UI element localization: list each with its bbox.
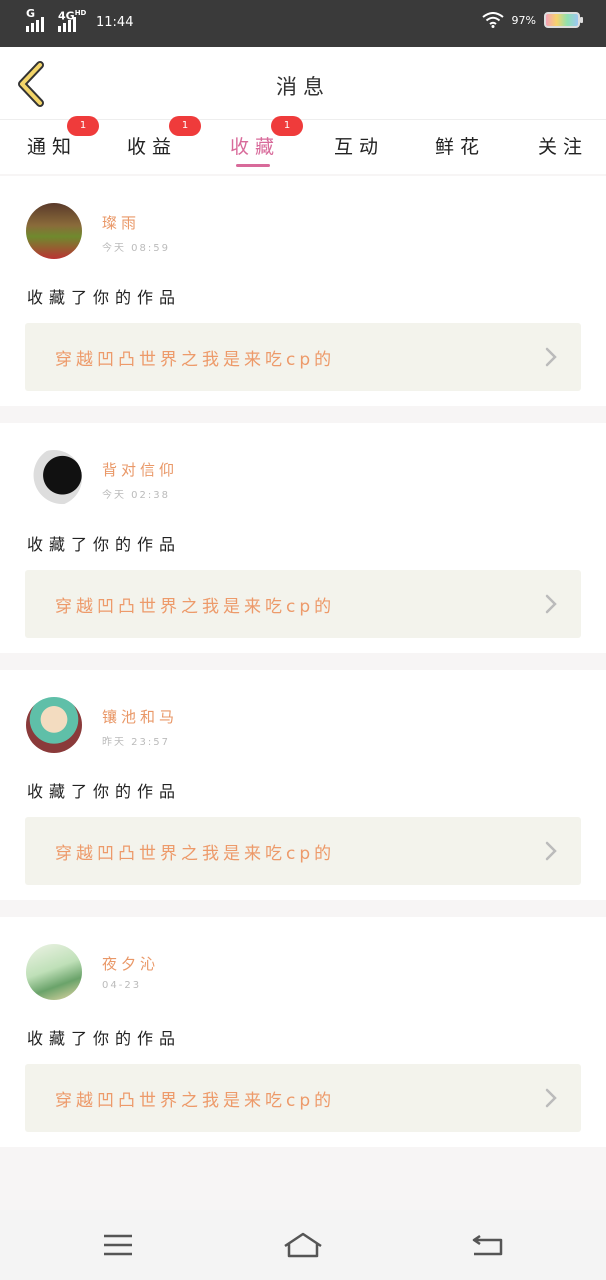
battery-percent: 97% — [511, 13, 536, 27]
work-title: 穿越凹凸世界之我是来吃cp的 — [55, 597, 336, 617]
network-type-1: G — [26, 7, 36, 20]
work-link[interactable]: 穿越凹凸世界之我是来吃cp的 — [25, 570, 581, 638]
tab-notifications[interactable]: 通知 — [27, 132, 77, 159]
action-text: 收藏了你的作品 — [27, 782, 182, 801]
work-link[interactable]: 穿越凹凸世界之我是来吃cp的 — [25, 817, 581, 885]
home-icon[interactable] — [283, 1230, 323, 1260]
notification-card: 璨雨 今天 08:59 收藏了你的作品 穿越凹凸世界之我是来吃cp的 — [0, 176, 606, 406]
action-text: 收藏了你的作品 — [27, 1029, 182, 1048]
tab-favorites[interactable]: 收藏 — [230, 132, 280, 159]
earnings-badge: 1 — [169, 116, 201, 136]
page-title: 消息 — [276, 75, 330, 99]
network-hd: HD — [74, 9, 87, 17]
tab-follow[interactable]: 关注 — [538, 132, 588, 159]
work-link[interactable]: 穿越凹凸世界之我是来吃cp的 — [25, 323, 581, 391]
avatar[interactable] — [26, 944, 82, 1000]
notification-card: 背对信仰 今天 02:38 收藏了你的作品 穿越凹凸世界之我是来吃cp的 — [0, 423, 606, 653]
work-title: 穿越凹凸世界之我是来吃cp的 — [55, 350, 336, 370]
avatar[interactable] — [26, 450, 82, 506]
chevron-right-icon — [545, 594, 557, 614]
system-nav-bar — [0, 1210, 606, 1280]
notification-card: 夜夕沁 04-23 收藏了你的作品 穿越凹凸世界之我是来吃cp的 — [0, 917, 606, 1147]
tab-flowers[interactable]: 鲜花 — [435, 132, 485, 159]
header: 消息 — [0, 47, 606, 120]
status-bar: G 4GHD 11:44 97% — [0, 0, 606, 47]
username[interactable]: 背对信仰 — [102, 459, 178, 480]
status-time: 11:44 — [96, 15, 134, 30]
chevron-right-icon — [545, 347, 557, 367]
menu-icon[interactable] — [98, 1230, 138, 1260]
timestamp: 今天 08:59 — [102, 243, 170, 254]
work-title: 穿越凹凸世界之我是来吃cp的 — [55, 1091, 336, 1111]
active-tab-indicator — [236, 164, 270, 167]
username[interactable]: 夜夕沁 — [102, 953, 159, 974]
signal-icon: G — [26, 7, 50, 32]
action-text: 收藏了你的作品 — [27, 535, 182, 554]
favorites-badge: 1 — [271, 116, 303, 136]
back-icon[interactable] — [468, 1230, 508, 1260]
avatar[interactable] — [26, 697, 82, 753]
work-link[interactable]: 穿越凹凸世界之我是来吃cp的 — [25, 1064, 581, 1132]
timestamp: 昨天 23:57 — [102, 737, 170, 748]
username[interactable]: 镶池和马 — [102, 706, 178, 727]
chevron-right-icon — [545, 841, 557, 861]
action-text: 收藏了你的作品 — [27, 288, 182, 307]
notifications-badge: 1 — [67, 116, 99, 136]
tab-interaction[interactable]: 互动 — [334, 132, 384, 159]
tab-earnings[interactable]: 收益 — [127, 132, 177, 159]
signal-icon-2: 4GHD — [58, 9, 87, 32]
chevron-right-icon — [545, 1088, 557, 1108]
network-type-2: 4G — [58, 9, 75, 23]
notification-card: 镶池和马 昨天 23:57 收藏了你的作品 穿越凹凸世界之我是来吃cp的 — [0, 670, 606, 900]
battery-icon — [544, 12, 583, 28]
timestamp: 今天 02:38 — [102, 490, 170, 501]
wifi-icon — [481, 12, 504, 28]
username[interactable]: 璨雨 — [102, 212, 140, 233]
timestamp: 04-23 — [102, 980, 142, 991]
work-title: 穿越凹凸世界之我是来吃cp的 — [55, 844, 336, 864]
avatar[interactable] — [26, 203, 82, 259]
